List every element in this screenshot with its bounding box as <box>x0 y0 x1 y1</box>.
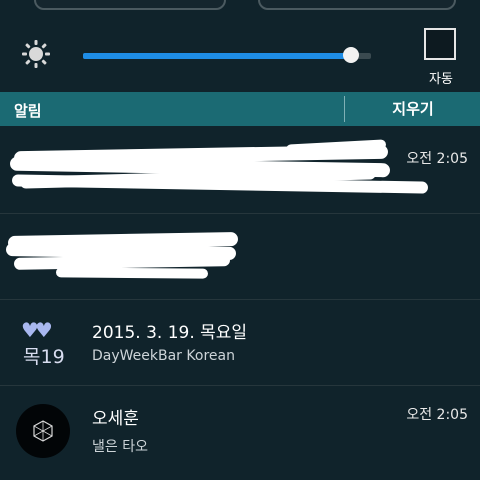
notification-item[interactable]: ♥♥ 목19 2015. 3. 19. 목요일 DayWeekBar Korea… <box>0 300 480 386</box>
brightness-sun-icon <box>22 40 50 68</box>
quick-settings-partial <box>0 0 480 20</box>
notification-shade: 자동 알림 지우기 오전 2:05 ♥♥ 목19 2015. 3. 19. 목요… <box>0 0 480 480</box>
quick-setting-button-left[interactable] <box>34 0 226 10</box>
avatar <box>16 404 70 458</box>
exo-logo-icon <box>33 420 53 442</box>
notification-subtitle: 낼은 타오 <box>92 439 148 455</box>
calendar-day-label: 목19 <box>23 346 65 368</box>
notification-time: 오전 2:05 <box>406 151 468 167</box>
notification-item[interactable]: 오전 2:05 <box>0 128 480 214</box>
notification-subtitle: DayWeekBar Korean <box>92 348 235 364</box>
brightness-slider-fill <box>83 53 351 59</box>
auto-brightness-label: 자동 <box>429 72 453 87</box>
brightness-slider[interactable] <box>83 47 371 63</box>
hearts-icon: ♥♥ <box>21 318 53 342</box>
calendar-hearts-icon: ♥♥ 목19 <box>18 318 68 370</box>
header-divider <box>344 96 345 122</box>
notification-title: 2015. 3. 19. 목요일 <box>92 323 248 343</box>
brightness-control: 자동 <box>0 24 480 90</box>
notification-item[interactable] <box>0 214 480 300</box>
quick-setting-button-right[interactable] <box>258 0 456 10</box>
notification-time: 오전 2:05 <box>406 407 468 423</box>
brightness-slider-thumb[interactable] <box>342 47 359 63</box>
notification-item[interactable]: 오세훈 낼은 타오 오전 2:05 <box>0 386 480 480</box>
notifications-title: 알림 <box>14 102 42 120</box>
clear-all-button[interactable]: 지우기 <box>346 92 480 126</box>
notification-title: 오세훈 <box>92 409 139 429</box>
redaction-scribble <box>55 267 209 279</box>
auto-brightness-checkbox[interactable] <box>424 28 456 60</box>
notifications-header: 알림 지우기 <box>0 92 480 126</box>
